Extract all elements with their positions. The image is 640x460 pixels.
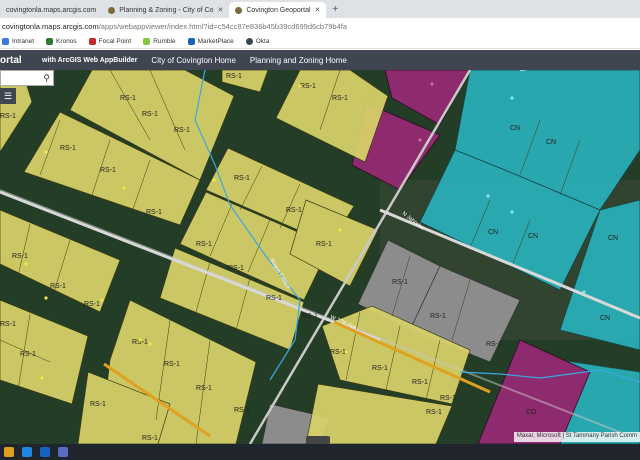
zoning-label: CN <box>510 125 520 132</box>
zoning-label: RS-1 <box>0 321 16 328</box>
close-icon[interactable]: ✕ <box>217 6 223 14</box>
zoning-label: RS-1 <box>20 351 36 358</box>
zoning-label: RS-1 <box>164 361 180 368</box>
edge-icon[interactable] <box>22 447 32 457</box>
map-search-box[interactable]: ⚲ <box>0 70 54 86</box>
bookmark-label: MarketPlace <box>197 38 234 45</box>
url-host: covingtonla.maps.arcgis.com <box>2 22 99 31</box>
app-title: ortal <box>0 54 22 66</box>
zoning-label: RS-1 <box>332 95 348 102</box>
tab-arcgis[interactable]: covingtonla.maps.arcgis.com <box>0 2 102 18</box>
zoning-label: RS-1 <box>412 379 428 386</box>
tab-planning-zoning[interactable]: Planning & Zoning - City of Co ✕ <box>102 2 229 18</box>
url-text: covingtonla.maps.arcgis.com/apps/webappv… <box>2 22 347 31</box>
zoning-label: RS-1 <box>316 241 332 248</box>
bookmark-label: Focal Point <box>98 38 132 45</box>
zoning-label: RS-1 <box>372 365 388 372</box>
city-seal-icon <box>108 6 116 14</box>
os-taskbar <box>0 444 640 460</box>
zoning-label: RS-1 <box>84 301 100 308</box>
bookmark-icon <box>88 38 96 45</box>
bookmark-label: Rumble <box>153 38 176 45</box>
zoning-label: CN <box>488 229 498 236</box>
map-attribution: Maxar, Microsoft | St Tammany Parish Com… <box>513 432 640 442</box>
map-scroll-handle[interactable] <box>306 436 330 444</box>
zoning-label: RS-1 <box>146 209 162 216</box>
zoning-label: RS-1 <box>0 113 16 120</box>
word-icon[interactable] <box>40 447 50 457</box>
bookmark-label: Kronos <box>56 38 77 45</box>
map-view[interactable]: N Jahncke W 27th Ave Bogue Falaya RS-1 R… <box>0 70 640 444</box>
bookmark-marketplace[interactable]: MarketPlace <box>187 38 234 45</box>
zoning-label: RS-1 <box>234 175 250 182</box>
bookmark-icon <box>46 38 54 45</box>
bookmark-label: Intranet <box>12 38 35 45</box>
zoning-label: RS-1 <box>142 111 158 118</box>
tab-bar: covingtonla.maps.arcgis.com Planning & Z… <box>0 0 640 18</box>
zoning-label: RS-1 <box>226 73 242 80</box>
zoning-label: RS-1 <box>142 435 158 442</box>
zoning-label: RS-1 <box>300 83 316 90</box>
app-header: ortal with ArcGIS Web AppBuilder City of… <box>0 50 640 70</box>
tab-label: Covington Geoportal <box>246 6 311 14</box>
zoning-label: RS-1 <box>228 265 244 272</box>
address-bar[interactable]: covingtonla.maps.arcgis.com/apps/webappv… <box>0 18 640 35</box>
bookmark-okta[interactable]: Okta <box>245 38 270 45</box>
zoning-label: RS-1 <box>440 395 456 402</box>
zoning-label: RS-1 <box>120 95 136 102</box>
city-seal-icon <box>235 6 243 14</box>
zoning-label: RS-1 <box>426 409 442 416</box>
zoning-label: RS-1 <box>196 241 212 248</box>
nav-city-home[interactable]: City of Covington Home <box>151 56 235 65</box>
nav-planning-home[interactable]: Planning and Zoning Home <box>250 56 347 65</box>
zoning-label: RS-1 <box>302 313 318 320</box>
bookmark-icon <box>245 38 253 45</box>
zoning-label: RS-1 <box>12 253 28 260</box>
zoning-label: CN <box>600 315 610 322</box>
bookmark-icon <box>143 38 151 45</box>
tab-covington-geoportal[interactable]: Covington Geoportal ✕ <box>229 2 327 18</box>
zoning-label: RS-1 <box>430 313 446 320</box>
zoning-label: RS-1 <box>266 295 282 302</box>
bookmark-kronos[interactable]: Kronos <box>46 38 77 45</box>
url-path: /apps/webappviewer/index.html?id=c54cc87… <box>98 22 348 31</box>
layers-icon[interactable]: ☰ <box>0 88 16 104</box>
app-subtitle: with ArcGIS Web AppBuilder <box>42 56 138 64</box>
zoning-label: RS-1 <box>392 279 408 286</box>
search-icon[interactable]: ⚲ <box>43 73 50 84</box>
zoning-label: RS-1 <box>486 341 502 348</box>
bookmark-icon <box>2 38 9 45</box>
zoning-label: RS-1 <box>174 127 190 134</box>
zoning-label: CN <box>608 235 618 242</box>
zoning-label: RS-1 <box>90 401 106 408</box>
zoning-label: RS-1 <box>60 145 76 152</box>
bookmark-rumble[interactable]: Rumble <box>143 38 176 45</box>
zoning-label: RS-1 <box>234 407 250 414</box>
zoning-label: RS-1 <box>50 283 66 290</box>
zoning-label: CN <box>528 233 538 240</box>
teams-icon[interactable] <box>58 447 68 457</box>
zoning-label: RS-1 <box>100 167 116 174</box>
bookmark-intranet[interactable]: Intranet <box>2 38 34 45</box>
tab-label: Planning & Zoning - City of Co <box>119 6 214 14</box>
zoning-label: CN <box>546 139 556 146</box>
bookmarks-bar: Intranet Kronos Focal Point Rumble Marke… <box>0 35 640 49</box>
plus-icon[interactable]: + <box>326 2 344 18</box>
zoning-map: N Jahncke W 27th Ave Bogue Falaya RS-1 R… <box>0 70 640 444</box>
tab-label: covingtonla.maps.arcgis.com <box>6 6 97 14</box>
bookmark-label: Okta <box>255 38 270 45</box>
zoning-label: RS-1 <box>286 207 302 214</box>
zoning-label: RS-1 <box>196 385 212 392</box>
file-explorer-icon[interactable] <box>4 447 14 457</box>
bookmark-focal-point[interactable]: Focal Point <box>88 38 132 45</box>
zoning-label: CO <box>526 409 537 416</box>
zoning-label: RS-1 <box>330 349 346 356</box>
bookmark-icon <box>187 38 195 45</box>
close-icon[interactable]: ✕ <box>315 6 321 14</box>
